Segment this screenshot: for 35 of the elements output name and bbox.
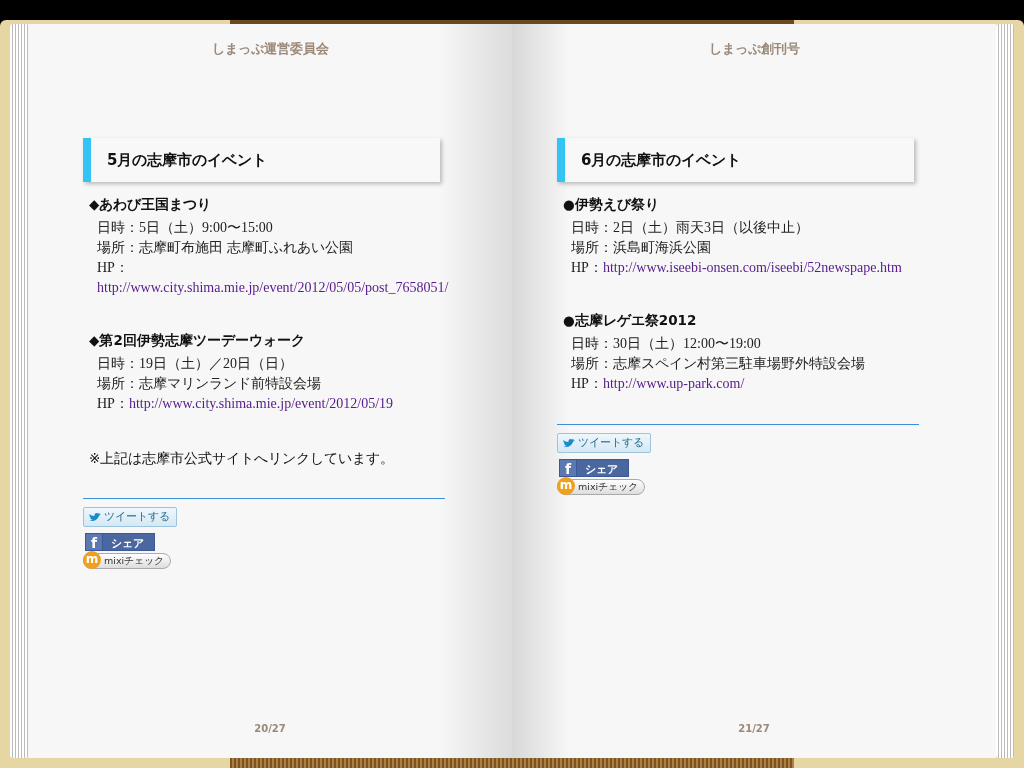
event-title: ●志摩レゲエ祭2012 [563, 312, 698, 330]
event-detail: 日時：19日（土）／20日（日） [96, 355, 294, 373]
tweet-button[interactable]: ツイートする [83, 507, 177, 527]
event-title: ●伊勢えび祭り [563, 196, 660, 214]
event-detail: 場所：志摩町布施田 志摩町ふれあい公園 [96, 239, 354, 257]
event-detail: 日時：30日（土）12:00〜19:00 [570, 335, 762, 353]
tweet-button[interactable]: ツイートする [557, 433, 651, 453]
page-number: 20/27 [254, 723, 286, 734]
event-link[interactable]: http://www.up-park.com/ [602, 376, 745, 391]
hp-label: HP： [97, 396, 129, 411]
section-heading: 5月の志摩市のイベント [83, 138, 440, 182]
event-link[interactable]: http://www.city.shima.mie.jp/event/2012/05/05/post_7658051/ [97, 280, 449, 295]
section-heading: 6月の志摩市のイベント [557, 138, 914, 182]
hp-label: HP： [571, 260, 603, 275]
event-link[interactable]: http://www.iseebi-onsen.com/iseebi/52newspape.htm [602, 260, 902, 275]
event-detail: 場所：志摩スペイン村第三駐車場野外特設会場 [570, 355, 866, 373]
event-detail: 日時：2日（土）雨天3日（以後中止） [570, 219, 810, 237]
event-detail: 日時：5日（土）9:00〜15:00 [96, 219, 274, 237]
page-header: しまっぷ運営委員会 [211, 40, 329, 58]
bird-icon [88, 511, 102, 523]
page-number: 21/27 [738, 723, 770, 734]
facebook-share-button[interactable]: f シェア [85, 533, 155, 551]
facebook-share-button[interactable]: f シェア [559, 459, 629, 477]
event-title: ◆あわび王国まつり [89, 196, 213, 214]
hp-label: HP： [571, 376, 603, 391]
mixi-check-button[interactable]: m mixiチェック [557, 479, 646, 495]
event-detail: 場所：浜島町海浜公園 [570, 239, 712, 257]
event-title: ◆第2回伊勢志摩ツーデーウォーク [89, 332, 306, 350]
mixi-check-button[interactable]: m mixiチェック [83, 553, 172, 569]
page-header: しまっぷ創刊号 [708, 40, 800, 58]
event-detail: 場所：志摩マリンランド前特設会場 [96, 375, 322, 393]
hp-label: HP： [97, 260, 129, 275]
event-link[interactable]: http://www.city.shima.mie.jp/event/2012/05/19 [128, 396, 394, 411]
bird-icon [562, 437, 576, 449]
footnote: ※上記は志摩市公式サイトへリンクしています。 [88, 450, 396, 468]
